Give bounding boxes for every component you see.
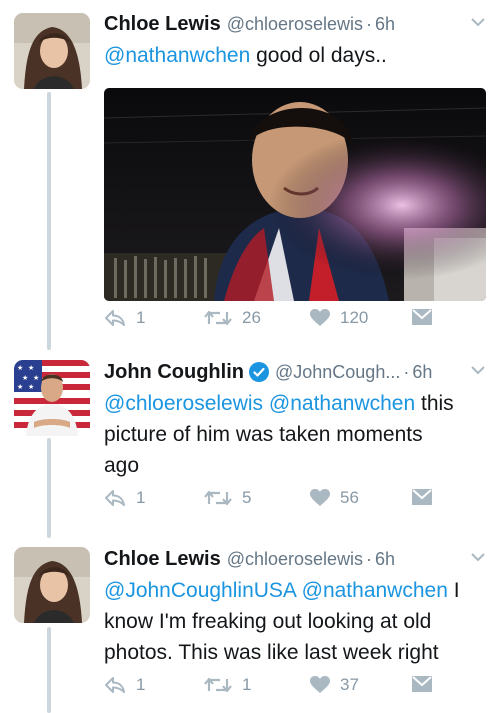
reply-icon — [105, 490, 125, 506]
avatar-photo — [14, 547, 90, 623]
tweet-text-body: this — [415, 392, 454, 415]
reply-count: 1 — [136, 308, 146, 327]
chevron-down-icon[interactable] — [470, 16, 486, 28]
like-icon — [310, 489, 330, 506]
tweet-photo[interactable] — [104, 88, 486, 301]
dm-icon — [412, 676, 432, 692]
tweet-actions: 1 5 56 — [104, 488, 484, 518]
tweet-text-line: ago — [104, 454, 140, 477]
author-name[interactable]: Chloe Lewis — [104, 13, 221, 36]
tweet-actions: 1 1 37 — [104, 675, 484, 705]
timestamp[interactable]: 6h — [375, 14, 395, 35]
like-count: 120 — [340, 308, 369, 327]
dm-button[interactable] — [412, 488, 432, 506]
author-handle[interactable]: @chloeroselewis — [227, 549, 363, 570]
retweet-icon — [204, 677, 232, 693]
dm-icon — [412, 309, 432, 325]
avatar[interactable]: ★ ★ ★ ★ ★ ★ — [14, 360, 90, 436]
separator-dot: · — [403, 361, 410, 382]
retweet-button[interactable]: 26 — [204, 308, 261, 328]
author-handle[interactable]: @JohnCough... — [275, 362, 400, 383]
tweet-text: @chloeroselewis @nathanwchen this pictur… — [104, 388, 484, 481]
like-icon — [310, 309, 330, 326]
timestamp[interactable]: 6h — [375, 549, 395, 570]
tweet-text-line: photos. This was like last week right — [104, 641, 439, 664]
retweet-icon — [204, 310, 232, 326]
tweet-text-body: I — [447, 579, 460, 602]
author-name[interactable]: John Coughlin — [104, 361, 244, 384]
verified-icon — [248, 362, 269, 382]
mention-link[interactable]: @chloeroselewis — [104, 392, 263, 415]
mention-link[interactable]: @nathanwchen — [302, 579, 448, 602]
avatar[interactable] — [14, 547, 90, 623]
like-count: 37 — [340, 675, 359, 694]
reply-count: 1 — [136, 488, 146, 507]
svg-text:★: ★ — [17, 364, 23, 372]
svg-text:★: ★ — [17, 383, 23, 391]
like-button[interactable]: 56 — [310, 488, 359, 508]
retweet-count: 5 — [242, 488, 252, 507]
author-handle[interactable]: @chloeroselewis — [227, 14, 363, 35]
separator-dot: · — [366, 548, 373, 569]
chevron-down-icon[interactable] — [470, 364, 486, 376]
mention-link[interactable]: @JohnCoughlinUSA — [104, 579, 296, 602]
dm-button[interactable] — [412, 675, 432, 693]
like-icon — [310, 676, 330, 693]
tweet-text: @nathanwchen good ol days.. — [104, 40, 484, 71]
reply-button[interactable]: 1 — [104, 488, 145, 508]
tweet-text-line: know I'm freaking out looking at old — [104, 610, 432, 633]
tweet[interactable]: Chloe Lewis @chloeroselewis · 6h @nathan… — [0, 10, 500, 340]
svg-text:★: ★ — [28, 383, 34, 391]
svg-text:★: ★ — [22, 374, 28, 382]
like-count: 56 — [340, 488, 359, 507]
tweet-actions: 1 26 120 — [104, 308, 484, 338]
separator-dot: · — [366, 13, 373, 34]
svg-text:★: ★ — [28, 364, 34, 372]
reply-icon — [105, 310, 125, 326]
mention-link[interactable]: @nathanwchen — [104, 44, 250, 67]
tweet[interactable]: Chloe Lewis @chloeroselewis · 6h @JohnCo… — [0, 545, 500, 713]
svg-text:★: ★ — [33, 374, 39, 382]
retweet-count: 1 — [242, 675, 252, 694]
avatar[interactable] — [14, 13, 90, 89]
reply-button[interactable]: 1 — [104, 308, 145, 328]
tweet-text: @JohnCoughlinUSA @nathanwchen I know I'm… — [104, 575, 484, 668]
author-name[interactable]: Chloe Lewis — [104, 548, 221, 571]
mention-link[interactable]: @nathanwchen — [269, 392, 415, 415]
like-button[interactable]: 120 — [310, 308, 368, 328]
timestamp[interactable]: 6h — [412, 362, 432, 383]
avatar-photo — [14, 13, 90, 89]
tweet[interactable]: ★ ★ ★ ★ ★ ★ John Coughlin @JohnCough... · 6… — [0, 358, 500, 528]
like-button[interactable]: 37 — [310, 675, 359, 695]
tweet-text-line: @JohnCoughlinUSA @nathanwchen I — [104, 575, 484, 606]
reply-button[interactable]: 1 — [104, 675, 145, 695]
retweet-button[interactable]: 5 — [204, 488, 251, 508]
dm-button[interactable] — [412, 308, 432, 326]
photo-image — [104, 88, 486, 301]
retweet-icon — [204, 490, 232, 506]
avatar-photo: ★ ★ ★ ★ ★ ★ — [14, 360, 90, 436]
chevron-down-icon[interactable] — [470, 551, 486, 563]
tweet-text-line: @chloeroselewis @nathanwchen this — [104, 388, 484, 419]
tweet-text-body: good ol days.. — [250, 44, 387, 67]
dm-icon — [412, 489, 432, 505]
reply-icon — [105, 677, 125, 693]
retweet-count: 26 — [242, 308, 261, 327]
retweet-button[interactable]: 1 — [204, 675, 251, 695]
tweet-text-line: picture of him was taken moments — [104, 423, 423, 446]
reply-count: 1 — [136, 675, 146, 694]
